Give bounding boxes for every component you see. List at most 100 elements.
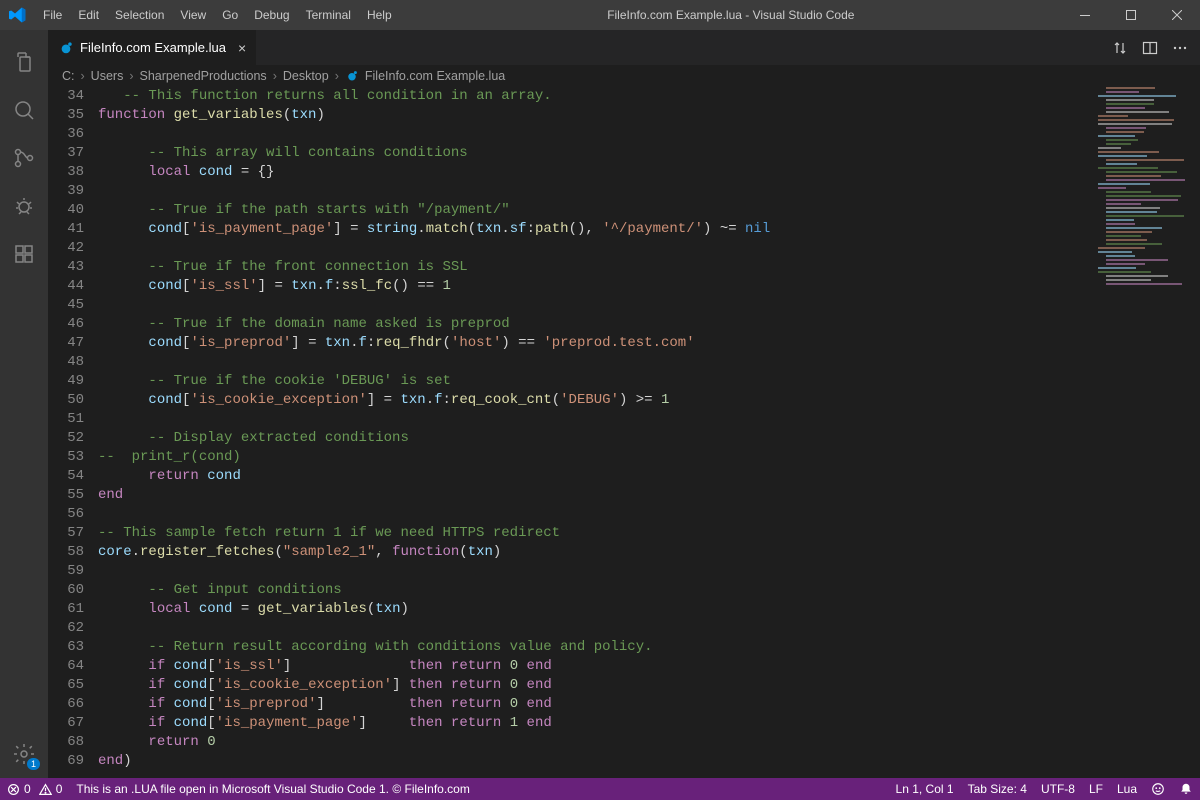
tab-bar: FileInfo.com Example.lua ×: [48, 30, 1200, 65]
menu-debug[interactable]: Debug: [246, 0, 297, 30]
code-line[interactable]: if cond['is_ssl'] then return 0 end: [98, 657, 1192, 676]
code-line[interactable]: -- True if the path starts with "/paymen…: [98, 201, 1192, 220]
debug-icon[interactable]: [0, 182, 48, 230]
code-line[interactable]: end): [98, 752, 1192, 771]
search-icon[interactable]: [0, 86, 48, 134]
code-line[interactable]: -- True if the domain name asked is prep…: [98, 315, 1192, 334]
code-editor[interactable]: 3435363738394041424344454647484950515253…: [48, 87, 1200, 778]
code-line[interactable]: -- This array will contains conditions: [98, 144, 1192, 163]
vertical-scrollbar[interactable]: [1188, 87, 1200, 778]
code-line[interactable]: -- Display extracted conditions: [98, 429, 1192, 448]
menu-bar: FileEditSelectionViewGoDebugTerminalHelp: [35, 0, 400, 30]
split-editor-icon[interactable]: [1142, 40, 1158, 56]
menu-terminal[interactable]: Terminal: [298, 0, 359, 30]
code-line[interactable]: -- True if the front connection is SSL: [98, 258, 1192, 277]
line-number: 46: [48, 315, 84, 334]
status-language[interactable]: Lua: [1110, 778, 1144, 800]
code-line[interactable]: function get_variables(txn): [98, 106, 1192, 125]
code-line[interactable]: if cond['is_preprod'] then return 0 end: [98, 695, 1192, 714]
code-line[interactable]: cond['is_payment_page'] = string.match(t…: [98, 220, 1192, 239]
code-line[interactable]: [98, 562, 1192, 581]
line-number: 39: [48, 182, 84, 201]
menu-go[interactable]: Go: [214, 0, 246, 30]
tab-file[interactable]: FileInfo.com Example.lua ×: [48, 30, 257, 65]
line-number: 68: [48, 733, 84, 752]
line-number: 44: [48, 277, 84, 296]
code-line[interactable]: -- Get input conditions: [98, 581, 1192, 600]
code-line[interactable]: [98, 125, 1192, 144]
line-number: 37: [48, 144, 84, 163]
code-line[interactable]: if cond['is_payment_page'] then return 1…: [98, 714, 1192, 733]
maximize-button[interactable]: [1108, 0, 1154, 30]
extensions-icon[interactable]: [0, 230, 48, 278]
line-number: 61: [48, 600, 84, 619]
menu-file[interactable]: File: [35, 0, 70, 30]
code-line[interactable]: [98, 296, 1192, 315]
status-eol[interactable]: LF: [1082, 778, 1110, 800]
chevron-right-icon: ›: [129, 69, 133, 83]
code-line[interactable]: [98, 182, 1192, 201]
status-feedback-icon[interactable]: [1144, 778, 1172, 800]
menu-selection[interactable]: Selection: [107, 0, 172, 30]
tab-label: FileInfo.com Example.lua: [80, 40, 226, 55]
explorer-icon[interactable]: [0, 38, 48, 86]
line-number: 66: [48, 695, 84, 714]
breadcrumb-segment[interactable]: SharpenedProductions: [140, 69, 267, 83]
code-line[interactable]: cond['is_cookie_exception'] = txn.f:req_…: [98, 391, 1192, 410]
code-line[interactable]: if cond['is_cookie_exception'] then retu…: [98, 676, 1192, 695]
code-line[interactable]: core.register_fetches("sample2_1", funct…: [98, 543, 1192, 562]
breadcrumb-segment[interactable]: Users: [91, 69, 124, 83]
code-line[interactable]: -- True if the cookie 'DEBUG' is set: [98, 372, 1192, 391]
status-bar: 0 0 This is an .LUA file open in Microso…: [0, 778, 1200, 800]
lua-file-icon: [345, 69, 359, 83]
code-line[interactable]: [98, 410, 1192, 429]
code-line[interactable]: -- This function returns all condition i…: [98, 87, 1192, 106]
code-line[interactable]: [98, 239, 1192, 258]
vscode-logo-icon: [0, 6, 35, 24]
line-number: 35: [48, 106, 84, 125]
line-number: 58: [48, 543, 84, 562]
status-encoding[interactable]: UTF-8: [1034, 778, 1082, 800]
breadcrumb-segment[interactable]: Desktop: [283, 69, 329, 83]
more-actions-icon[interactable]: [1172, 40, 1188, 56]
line-number: 36: [48, 125, 84, 144]
status-notifications-icon[interactable]: [1172, 778, 1200, 800]
code-line[interactable]: local cond = {}: [98, 163, 1192, 182]
code-line[interactable]: cond['is_preprod'] = txn.f:req_fhdr('hos…: [98, 334, 1192, 353]
status-errors[interactable]: 0 0: [0, 778, 69, 800]
source-control-icon[interactable]: [0, 134, 48, 182]
menu-edit[interactable]: Edit: [70, 0, 107, 30]
code-line[interactable]: -- print_r(cond): [98, 448, 1192, 467]
code-line[interactable]: return cond: [98, 467, 1192, 486]
tab-close-icon[interactable]: ×: [238, 40, 246, 56]
breadcrumbs[interactable]: C:›Users›SharpenedProductions›Desktop›Fi…: [48, 65, 1200, 87]
line-number: 59: [48, 562, 84, 581]
code-line[interactable]: return 0: [98, 733, 1192, 752]
compare-changes-icon[interactable]: [1112, 40, 1128, 56]
code-line[interactable]: [98, 353, 1192, 372]
menu-help[interactable]: Help: [359, 0, 400, 30]
line-number: 50: [48, 391, 84, 410]
chevron-right-icon: ›: [273, 69, 277, 83]
menu-view[interactable]: View: [172, 0, 214, 30]
lua-file-icon: [58, 40, 74, 56]
line-number: 48: [48, 353, 84, 372]
line-number: 56: [48, 505, 84, 524]
editor-area: FileInfo.com Example.lua × C: › Users › Shar…: [48, 30, 1200, 778]
code-line[interactable]: cond['is_ssl'] = txn.f:ssl_fc() == 1: [98, 277, 1192, 296]
code-line[interactable]: [98, 619, 1192, 638]
settings-icon[interactable]: 1: [0, 730, 48, 778]
breadcrumb-file[interactable]: FileInfo.com Example.lua: [365, 69, 505, 83]
line-number: 49: [48, 372, 84, 391]
code-content[interactable]: -- This function returns all condition i…: [98, 87, 1200, 778]
code-line[interactable]: -- Return result according with conditio…: [98, 638, 1192, 657]
minimize-button[interactable]: [1062, 0, 1108, 30]
status-ln-col[interactable]: Ln 1, Col 1: [889, 778, 961, 800]
code-line[interactable]: end: [98, 486, 1192, 505]
close-button[interactable]: [1154, 0, 1200, 30]
breadcrumb-segment[interactable]: C:: [62, 69, 75, 83]
code-line[interactable]: -- This sample fetch return 1 if we need…: [98, 524, 1192, 543]
code-line[interactable]: local cond = get_variables(txn): [98, 600, 1192, 619]
code-line[interactable]: [98, 505, 1192, 524]
status-tab-size[interactable]: Tab Size: 4: [961, 778, 1034, 800]
